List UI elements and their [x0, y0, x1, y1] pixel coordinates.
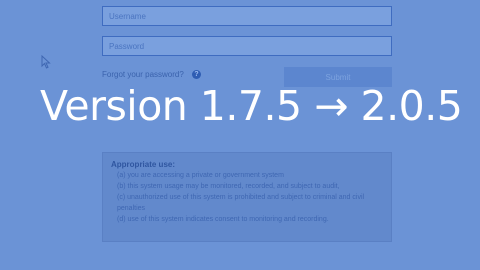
appropriate-use-notice: Appropriate use: (a) you are accessing a…	[102, 152, 392, 242]
help-icon[interactable]: ?	[192, 70, 201, 79]
notice-title: Appropriate use:	[111, 160, 176, 169]
username-input[interactable]	[102, 6, 392, 26]
mouse-pointer-icon	[41, 55, 51, 69]
password-input[interactable]	[102, 36, 392, 56]
notice-item: (d) use of this system indicates consent…	[117, 216, 329, 223]
notice-item: (c) unauthorized use of this system is p…	[117, 194, 365, 212]
notice-item: (a) you are accessing a private or gover…	[117, 172, 284, 179]
forgot-password-link[interactable]: Forgot your password?	[102, 70, 184, 79]
version-overlay-text: Version 1.7.5 → 2.0.5	[40, 82, 463, 130]
notice-item: (b) this system usage may be monitored, …	[117, 183, 340, 190]
